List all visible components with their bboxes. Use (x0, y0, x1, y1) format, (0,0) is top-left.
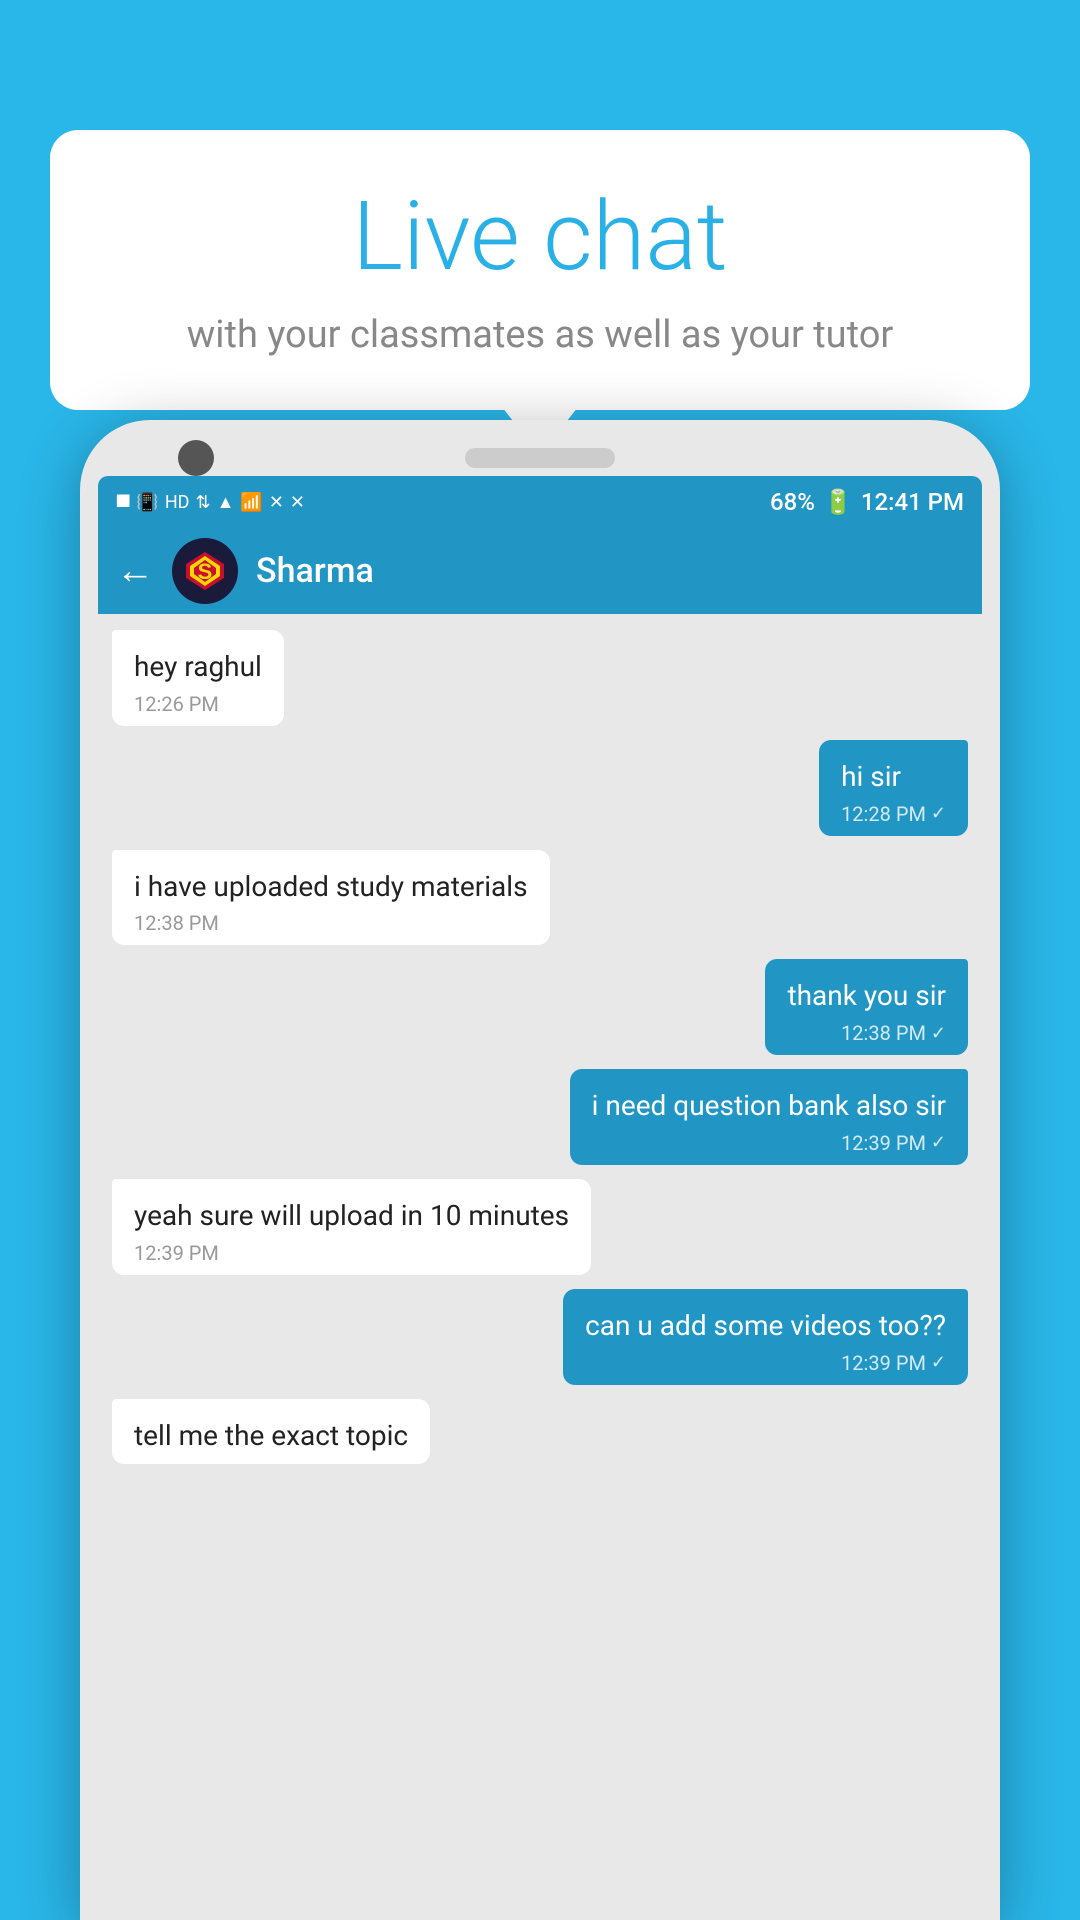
message-time: 12:39 PM ✓ (585, 1351, 946, 1375)
time-display: 12:41 PM (861, 488, 964, 516)
avatar: S (172, 538, 238, 604)
message-text: thank you sir (787, 977, 946, 1015)
back-button[interactable]: ← (116, 549, 154, 593)
speech-bubble: Live chat with your classmates as well a… (50, 130, 1030, 410)
message-bubble-5: i need question bank also sir 12:39 PM ✓ (570, 1069, 968, 1165)
svg-text:S: S (198, 559, 213, 584)
message-bubble-2: hi sir 12:28 PM ✓ (819, 740, 968, 836)
status-bar-right: 68% 🔋 12:41 PM (770, 488, 964, 516)
message-bubble-6: yeah sure will upload in 10 minutes 12:3… (112, 1179, 591, 1275)
message-bubble-7: can u add some videos too?? 12:39 PM ✓ (563, 1289, 968, 1385)
check-icon: ✓ (931, 1132, 946, 1153)
message-bubble-4: thank you sir 12:38 PM ✓ (765, 959, 968, 1055)
message-row: yeah sure will upload in 10 minutes 12:3… (112, 1179, 968, 1275)
phone-frame: ⯀ 📳 HD ⇅ ▲ 📶 ✕ ✕ 68% 🔋 12:41 PM ← (80, 420, 1000, 1920)
check-icon: ✓ (931, 1023, 946, 1044)
message-text: i need question bank also sir (592, 1087, 946, 1125)
xmark-icon: ✕ (269, 492, 284, 513)
message-text: hi sir (841, 758, 946, 796)
bubble-title: Live chat (120, 185, 960, 291)
message-time: 12:38 PM ✓ (787, 1021, 946, 1045)
message-text: i have uploaded study materials (134, 868, 528, 906)
message-row: hey raghul 12:26 PM (112, 630, 968, 726)
message-text: tell me the exact topic (134, 1417, 408, 1455)
phone-screen: ⯀ 📳 HD ⇅ ▲ 📶 ✕ ✕ 68% 🔋 12:41 PM ← (98, 476, 982, 1860)
hd-indicator: HD (165, 492, 190, 513)
bubble-subtitle: with your classmates as well as your tut… (120, 311, 960, 360)
message-bubble-3: i have uploaded study materials 12:38 PM (112, 850, 550, 946)
message-row: i need question bank also sir 12:39 PM ✓ (112, 1069, 968, 1165)
status-icons: ⯀ 📳 HD ⇅ ▲ 📶 ✕ ✕ (116, 492, 305, 513)
message-bubble-8: tell me the exact topic (112, 1399, 430, 1465)
xmark2-icon: ✕ (290, 492, 305, 513)
message-row: hi sir 12:28 PM ✓ (112, 740, 968, 836)
wifi-icon: ▲ (217, 492, 235, 513)
message-text: can u add some videos too?? (585, 1307, 946, 1345)
message-time: 12:26 PM (134, 692, 262, 716)
bluetooth-icon: ⯀ (116, 492, 130, 513)
phone-camera (178, 440, 214, 476)
message-row: i have uploaded study materials 12:38 PM (112, 850, 968, 946)
message-bubble-1: hey raghul 12:26 PM (112, 630, 284, 726)
check-icon: ✓ (931, 1352, 946, 1373)
check-icon: ✓ (931, 803, 946, 824)
message-time: 12:39 PM ✓ (592, 1131, 946, 1155)
data-arrow-icon: ⇅ (195, 492, 210, 513)
signal-icon: 📶 (240, 492, 262, 513)
contact-name: Sharma (256, 551, 374, 591)
phone-top-bar (98, 438, 982, 476)
chat-body[interactable]: hey raghul 12:26 PM hi sir 12:28 PM ✓ i … (98, 614, 982, 1860)
phone-speaker (465, 448, 615, 468)
message-row: tell me the exact topic (112, 1399, 968, 1465)
battery-icon: 🔋 (823, 488, 853, 516)
status-bar: ⯀ 📳 HD ⇅ ▲ 📶 ✕ ✕ 68% 🔋 12:41 PM (98, 476, 982, 528)
message-text: hey raghul (134, 648, 262, 686)
message-row: thank you sir 12:38 PM ✓ (112, 959, 968, 1055)
message-time: 12:39 PM (134, 1241, 569, 1265)
message-text: yeah sure will upload in 10 minutes (134, 1197, 569, 1235)
battery-percent: 68% (770, 488, 815, 516)
vibrate-icon: 📳 (136, 492, 158, 513)
message-row: can u add some videos too?? 12:39 PM ✓ (112, 1289, 968, 1385)
chat-header: ← S Sharma (98, 528, 982, 614)
message-time: 12:28 PM ✓ (841, 802, 946, 826)
message-time: 12:38 PM (134, 911, 528, 935)
speech-bubble-container: Live chat with your classmates as well a… (50, 130, 1030, 410)
